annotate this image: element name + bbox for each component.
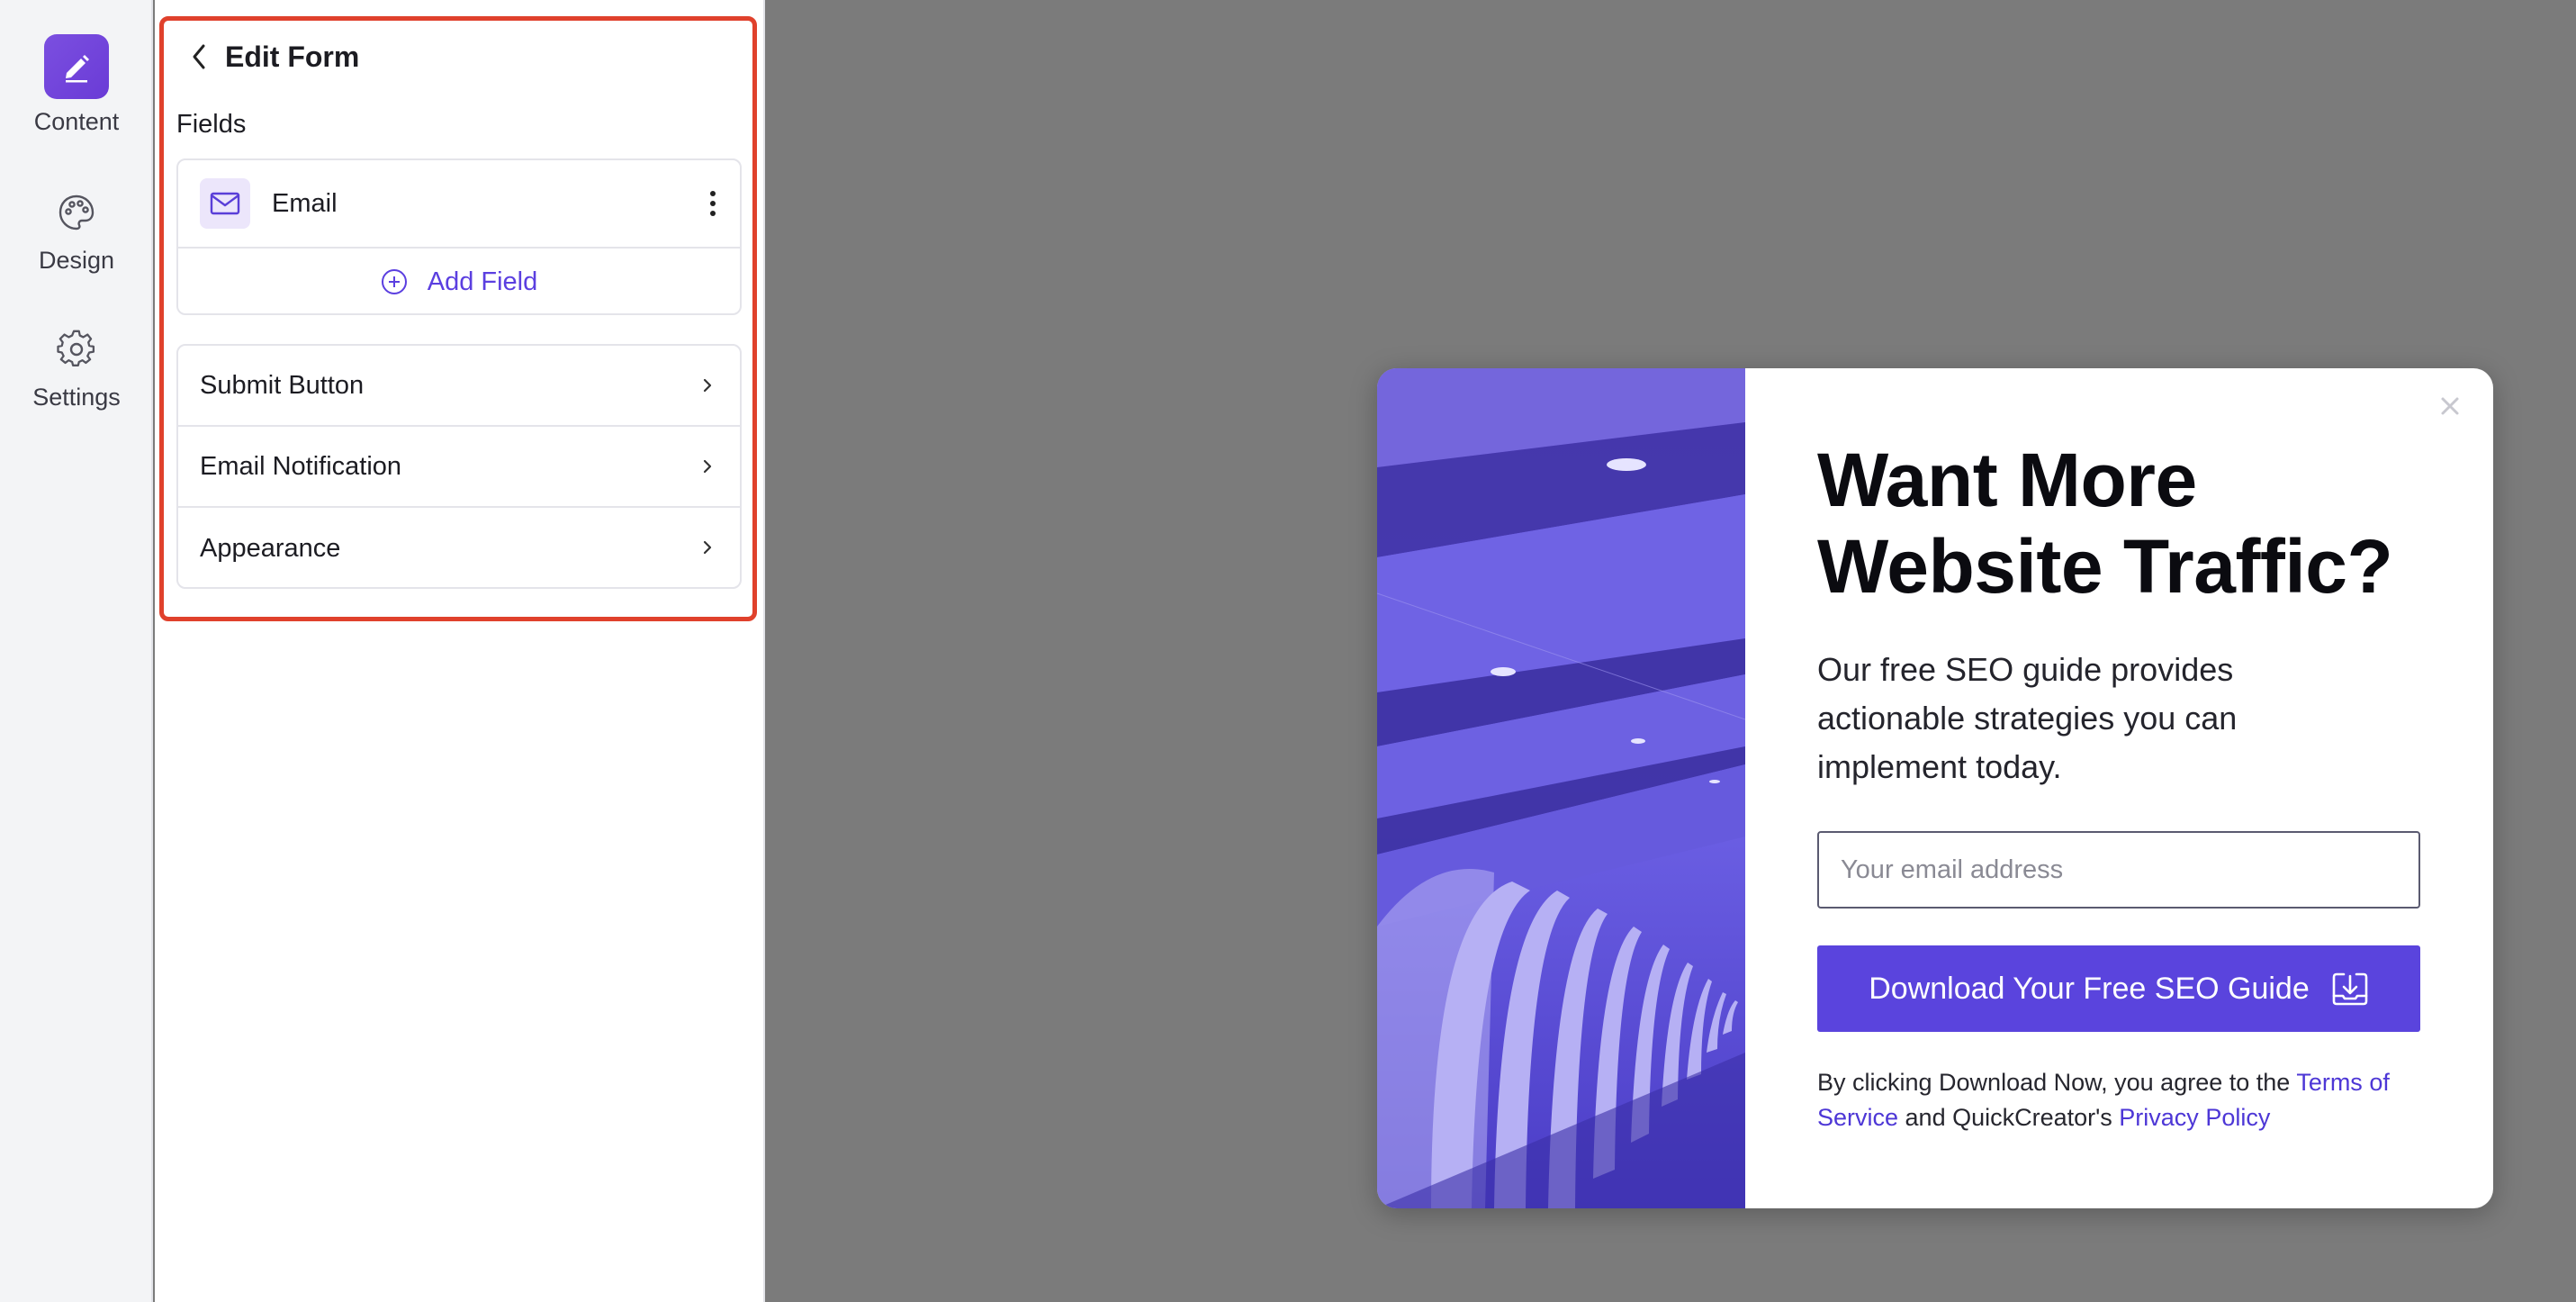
rail-item-design[interactable]: Design (0, 180, 153, 275)
legal-prefix: By clicking Download Now, you agree to t… (1817, 1069, 2297, 1096)
menu-item-label: Submit Button (200, 370, 365, 400)
menu-item-label: Email Notification (200, 451, 402, 481)
legal-text: By clicking Download Now, you agree to t… (1817, 1065, 2447, 1135)
menu-item-email-notification[interactable]: Email Notification (178, 427, 740, 508)
panel-header: Edit Form (185, 34, 359, 79)
menu-item-submit-button[interactable]: Submit Button (178, 346, 740, 427)
chevron-right-icon (703, 459, 712, 474)
popup-preview: Want More Website Traffic? Our free SEO … (1377, 368, 2493, 1208)
popup-headline: Want More Website Traffic? (1817, 438, 2393, 609)
plus-circle-icon (381, 269, 407, 294)
add-field-label: Add Field (427, 267, 538, 296)
rail-item-label: Content (33, 108, 120, 135)
legal-middle: and QuickCreator's (1898, 1104, 2120, 1131)
back-chevron-icon[interactable] (185, 39, 212, 75)
rail-item-label: Design (38, 247, 115, 274)
field-item-email[interactable]: Email (178, 160, 740, 249)
chevron-right-icon (703, 378, 712, 393)
privacy-policy-link[interactable]: Privacy Policy (2119, 1104, 2270, 1131)
settings-card: Submit Button Email Notification Appeara… (176, 344, 742, 589)
tunnel-image (1377, 368, 1745, 1208)
field-name: Email (272, 188, 338, 218)
page-title: Edit Form (225, 40, 360, 73)
menu-item-appearance[interactable]: Appearance (178, 508, 740, 589)
fields-section-label: Fields (176, 110, 247, 139)
rail-item-settings[interactable]: Settings (0, 317, 153, 411)
icon-rail: Content Design Settings (0, 0, 153, 1302)
email-input[interactable] (1817, 831, 2420, 909)
popup-subtext: Our free SEO guide provides actionable s… (1817, 651, 2238, 785)
download-button-label: Download Your Free SEO Guide (1869, 971, 2310, 1006)
rail-item-content[interactable]: Content (0, 34, 153, 136)
chevron-right-icon (703, 540, 712, 555)
envelope-icon (200, 178, 250, 229)
close-icon[interactable] (2434, 390, 2466, 422)
rail-item-label: Settings (32, 384, 121, 411)
pencil-icon (44, 34, 109, 99)
download-guide-button[interactable]: Download Your Free SEO Guide (1817, 945, 2420, 1032)
menu-item-label: Appearance (200, 533, 341, 563)
palette-icon (44, 180, 109, 245)
more-options-icon[interactable] (704, 184, 722, 223)
download-icon (2332, 972, 2368, 1006)
add-field-button[interactable]: Add Field (178, 249, 740, 315)
fields-card: Email Add Field (176, 158, 742, 315)
gear-icon (44, 317, 109, 382)
